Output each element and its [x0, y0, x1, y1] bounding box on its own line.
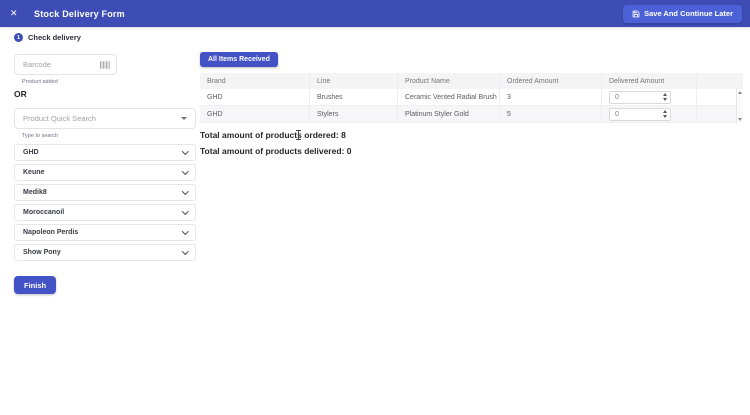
- delivery-table-panel: All Items Received Brand Line Product Na…: [200, 48, 743, 156]
- cell-product-name: Ceramic Vented Radial Brush: [398, 89, 500, 105]
- column-header-brand: Brand: [200, 73, 310, 89]
- accordion-item-medik8[interactable]: Medik8: [14, 184, 196, 201]
- delivered-amount-input[interactable]: 0: [609, 91, 671, 104]
- cell-ordered-amount: 5: [500, 106, 602, 122]
- cell-brand: GHD: [200, 106, 310, 122]
- column-header-delivered-amount: Delivered Amount: [602, 73, 697, 89]
- chevron-down-icon: [182, 148, 188, 154]
- quick-search-helper-text: Type to search: [22, 133, 196, 139]
- accordion-item-keune[interactable]: Keune: [14, 164, 196, 181]
- table-row: GHD Stylers Platinum Styler Gold 5 0: [200, 106, 743, 123]
- delivered-amount-input[interactable]: 0: [609, 108, 671, 121]
- page-title: Stock Delivery Form: [34, 9, 623, 19]
- column-header-line: Line: [310, 73, 398, 89]
- table-row: GHD Brushes Ceramic Vented Radial Brush …: [200, 89, 743, 106]
- barcode-field[interactable]: [14, 54, 117, 75]
- totals-section: Total amount of products ordered: 8 Tota…: [200, 130, 743, 156]
- accordion-label: Moroccanoil: [23, 209, 64, 216]
- step-header: 1 Check delivery: [14, 33, 196, 42]
- accordion-item-napoleon-perdis[interactable]: Napoleon Perdis: [14, 224, 196, 241]
- chevron-down-icon: [182, 228, 188, 234]
- total-ordered-line: Total amount of products ordered: 8: [200, 130, 743, 140]
- step-label: Check delivery: [28, 33, 81, 42]
- chevron-down-icon: [182, 248, 188, 254]
- column-header-product-name: Product Name: [398, 73, 500, 89]
- caret-down-icon: [181, 117, 187, 120]
- accordion-label: GHD: [23, 149, 39, 156]
- spinner-down-icon: [663, 115, 667, 118]
- save-icon: [632, 10, 640, 18]
- chevron-down-icon: [182, 168, 188, 174]
- spinner-up-icon: [663, 110, 667, 113]
- product-quick-search-field[interactable]: [14, 108, 196, 129]
- or-label: OR: [14, 89, 196, 99]
- number-spinner-arrows[interactable]: [659, 92, 670, 103]
- delivered-amount-value: 0: [610, 94, 659, 101]
- total-ordered-label: Total amount of products ordered:: [200, 130, 339, 140]
- spinner-up-icon: [663, 93, 667, 96]
- cell-line: Brushes: [310, 89, 398, 105]
- check-delivery-panel: 1 Check delivery Product added OR: [14, 33, 196, 294]
- accordion-item-ghd[interactable]: GHD: [14, 144, 196, 161]
- delivery-table: Brand Line Product Name Ordered Amount D…: [200, 73, 743, 123]
- all-items-received-button[interactable]: All Items Received: [200, 52, 278, 67]
- number-spinner-arrows[interactable]: [659, 109, 670, 120]
- cell-ordered-amount: 3: [500, 89, 602, 105]
- brand-accordion-list: GHD Keune Medik8 Moroccanoil Napoleon Pe…: [14, 144, 196, 261]
- accordion-item-show-pony[interactable]: Show Pony: [14, 244, 196, 261]
- save-button-label: Save And Continue Later: [644, 9, 733, 18]
- cell-line: Stylers: [310, 106, 398, 122]
- spinner-down-icon: [663, 98, 667, 101]
- barcode-helper-text: Product added: [22, 79, 196, 85]
- accordion-label: Napoleon Perdis: [23, 229, 78, 236]
- app-bar: ✕ Stock Delivery Form Save And Continue …: [0, 0, 750, 27]
- close-icon[interactable]: ✕: [10, 8, 24, 19]
- scrollbar-up-icon: [738, 91, 742, 94]
- column-header-ordered-amount: Ordered Amount: [500, 73, 602, 89]
- accordion-label: Keune: [23, 169, 44, 176]
- finish-button[interactable]: Finish: [14, 276, 56, 294]
- table-header-row: Brand Line Product Name Ordered Amount D…: [200, 73, 743, 89]
- cell-delivered-amount: 0: [602, 106, 697, 122]
- total-delivered-line: Total amount of products delivered: 0: [200, 146, 743, 156]
- accordion-item-moroccanoil[interactable]: Moroccanoil: [14, 204, 196, 221]
- cell-brand: GHD: [200, 89, 310, 105]
- chevron-down-icon: [182, 188, 188, 194]
- cell-product-name: Platinum Styler Gold: [398, 106, 500, 122]
- barcode-input[interactable]: [23, 60, 100, 69]
- step-number-badge: 1: [14, 33, 23, 42]
- product-quick-search-input[interactable]: [23, 114, 181, 123]
- total-delivered-label: Total amount of products delivered:: [200, 146, 344, 156]
- cell-delivered-amount: 0: [602, 89, 697, 105]
- main-content: 1 Check delivery Product added OR: [0, 27, 750, 415]
- table-vertical-scrollbar[interactable]: [736, 89, 743, 123]
- barcode-scan-icon: [100, 61, 110, 69]
- scrollbar-down-icon: [738, 118, 742, 121]
- accordion-label: Medik8: [23, 189, 47, 196]
- delivered-amount-value: 0: [610, 111, 659, 118]
- column-header-empty: [697, 73, 743, 89]
- chevron-down-icon: [182, 208, 188, 214]
- total-ordered-value: 8: [341, 130, 346, 140]
- save-and-continue-button[interactable]: Save And Continue Later: [623, 5, 742, 23]
- accordion-label: Show Pony: [23, 249, 61, 256]
- total-delivered-value: 0: [347, 146, 352, 156]
